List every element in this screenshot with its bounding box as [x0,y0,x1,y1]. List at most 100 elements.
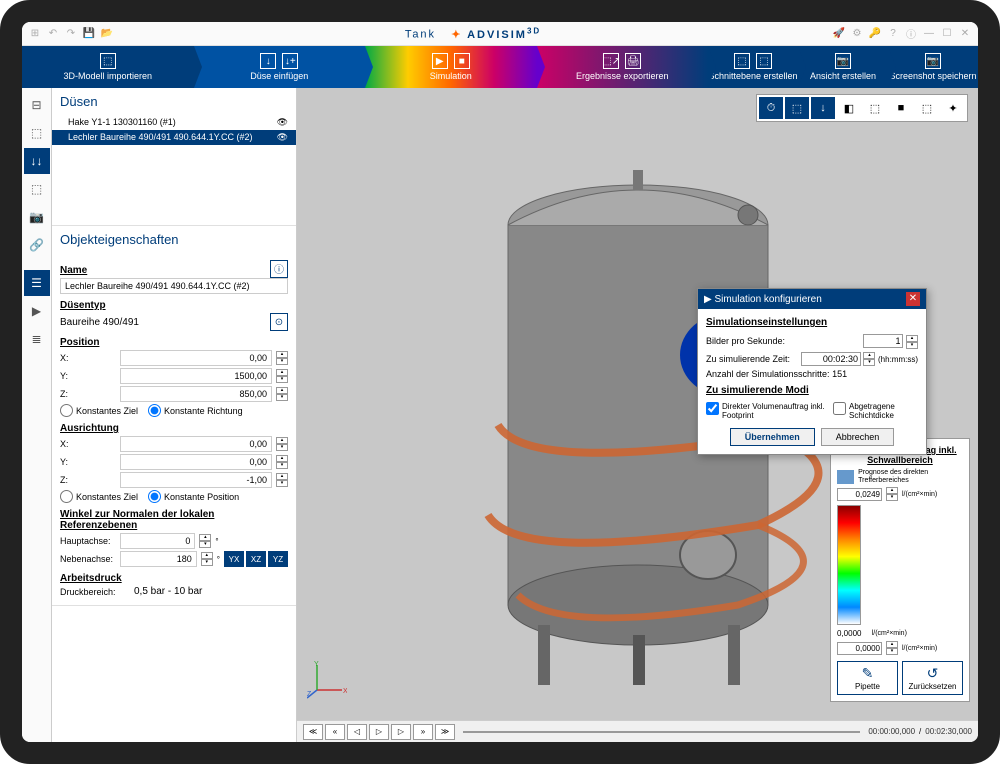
maximize-icon[interactable]: ☐ [940,27,954,41]
spinner[interactable]: ▴▾ [276,351,288,365]
legend-pick-input[interactable] [837,642,882,655]
save-icon[interactable]: 💾 [82,27,96,41]
sec-axis-input[interactable] [120,551,197,567]
tool-nozzle[interactable]: ↓↓ [24,148,50,174]
tool-link[interactable]: 🔗 [24,232,50,258]
reset-button[interactable]: ↺Zurücksetzen [902,661,963,695]
cancel-button[interactable]: Abbrechen [821,428,895,446]
info-icon[interactable]: ⓘ [904,27,918,41]
color-scale-bar [837,505,861,625]
spinner[interactable]: ▴▾ [276,369,288,383]
pb-slider[interactable] [463,731,860,733]
orientation-label: Ausrichtung [60,423,288,434]
wf-view[interactable]: 📷 Ansicht erstellen [798,46,888,88]
nozzle-item-2[interactable]: Lechler Baureihe 490/491 490.644.1Y.CC (… [52,130,296,145]
name-input[interactable] [60,278,288,294]
tool-camera[interactable]: 📷 [24,204,50,230]
pressure-label: Arbeitsdruck [60,573,288,584]
orient-y-input[interactable] [120,454,272,470]
orient-radio-target[interactable]: Konstantes Ziel [60,490,138,503]
pb-next[interactable]: ▷ [391,724,411,740]
pos-y-input[interactable] [120,368,272,384]
dialog-close-button[interactable]: ✕ [906,292,920,306]
wf-export[interactable]: ⬚↗🖨 Ergebnisse exportieren [537,46,709,88]
vp-solid[interactable]: ■ [889,97,913,119]
apply-button[interactable]: Übernehmen [730,428,815,446]
target-button[interactable]: ⊙ [270,313,288,331]
key-icon[interactable]: 🔑 [868,27,882,41]
vp-particles[interactable]: ✦ [941,97,965,119]
axis-yx-button[interactable]: YX [224,551,244,567]
fps-input[interactable] [863,334,903,348]
export-icon: ⬚↗ [603,53,619,69]
vp-nozzle[interactable]: ↓ [811,97,835,119]
wf-nozzle[interactable]: ↓↓+ Düse einfügen [194,46,366,88]
open-icon[interactable]: 📂 [100,27,114,41]
vp-gauge[interactable]: ⏱ [759,97,783,119]
cutplane2-icon: ⬚ [756,53,772,69]
spinner[interactable]: ▴▾ [276,437,288,451]
axis-yz-button[interactable]: YZ [268,551,288,567]
titlebar: ⊞ ↶ ↷ 💾 📂 Tank ✦ ADVISIM3D 🚀 ⚙ 🔑 ? ⓘ — ☐… [22,22,978,46]
pos-radio-direction[interactable]: Konstante Richtung [148,404,243,417]
redo-icon[interactable]: ↷ [64,27,78,41]
nozzle-add-icon: ↓ [260,53,276,69]
orient-z-input[interactable] [120,472,272,488]
axis-xz-button[interactable]: XZ [246,551,266,567]
pos-radio-target[interactable]: Konstantes Ziel [60,404,138,417]
tool-layers[interactable]: ≣ [24,326,50,352]
orient-x-input[interactable] [120,436,272,452]
tool-cube2[interactable]: ⬚ [24,176,50,202]
pb-first[interactable]: ≪ [303,724,323,740]
main-axis-input[interactable] [120,533,195,549]
spinner[interactable]: ▴▾ [199,534,211,548]
pb-prev[interactable]: ◁ [347,724,367,740]
spinner[interactable]: ▴▾ [276,473,288,487]
wf-import[interactable]: ⬚ 3D-Modell importieren [22,46,194,88]
orient-radio-position[interactable]: Konstante Position [148,490,239,503]
pipette-button[interactable]: ✎Pipette [837,661,898,695]
pb-play[interactable]: ▷ [369,724,389,740]
info-button[interactable]: ⓘ [270,260,288,278]
eye-icon[interactable]: 👁 [277,117,288,128]
pb-last[interactable]: ≫ [435,724,455,740]
spinner[interactable]: ▴▾ [201,552,213,566]
vp-wire[interactable]: ⬚ [863,97,887,119]
tool-cube[interactable]: ⬚ [24,120,50,146]
legend-max-input[interactable] [837,488,882,501]
dialog-title: Simulation konfigurieren [714,294,821,305]
pb-prev-fast[interactable]: « [325,724,345,740]
tool-align[interactable]: ⊟ [24,92,50,118]
tool-props[interactable]: ☰ [24,270,50,296]
undo-icon[interactable]: ↶ [46,27,60,41]
help-icon[interactable]: ? [886,27,900,41]
svg-text:X: X [343,688,347,695]
pb-next-fast[interactable]: » [413,724,433,740]
angle-label: Winkel zur Normalen der lokalen Referenz… [60,509,288,531]
vp-gradient[interactable]: ◧ [837,97,861,119]
rocket-icon[interactable]: 🚀 [832,27,846,41]
spinner[interactable]: ▴▾ [276,387,288,401]
wf-screenshot[interactable]: 📷 Screenshot speichern [888,46,978,88]
spinner[interactable]: ▴▾ [276,455,288,469]
pos-z-input[interactable] [120,386,272,402]
check-volume[interactable]: Direkter Volumenauftrag inkl. Footprint [706,402,825,420]
check-layer[interactable]: Abgetragene Schichtdicke [833,402,918,420]
pos-x-input[interactable] [120,350,272,366]
viewport[interactable]: ⏱ ⬚ ↓ ◧ ⬚ ■ ⬚ ✦ [297,88,978,742]
cutplane-icon: ⬚ [734,53,750,69]
vp-cube[interactable]: ⬚ [785,97,809,119]
vp-ghost[interactable]: ⬚ [915,97,939,119]
nozzle-item-1[interactable]: Hake Y1-1 130301160 (#1)👁 [52,115,296,130]
time-input[interactable] [801,352,861,366]
play-icon: ▶ [432,53,448,69]
wf-simulation[interactable]: ▶■ Simulation [365,46,537,88]
tool-flag[interactable]: ▶ [24,298,50,324]
new-icon[interactable]: ⊞ [28,27,42,41]
minimize-icon[interactable]: — [922,27,936,41]
eye-icon[interactable]: 👁 [277,132,288,143]
viewport-toolbar: ⏱ ⬚ ↓ ◧ ⬚ ■ ⬚ ✦ [756,94,968,122]
gear-icon[interactable]: ⚙ [850,27,864,41]
close-icon[interactable]: ✕ [958,27,972,41]
wf-cutplane[interactable]: ⬚⬚ Schnittebene erstellen [708,46,798,88]
